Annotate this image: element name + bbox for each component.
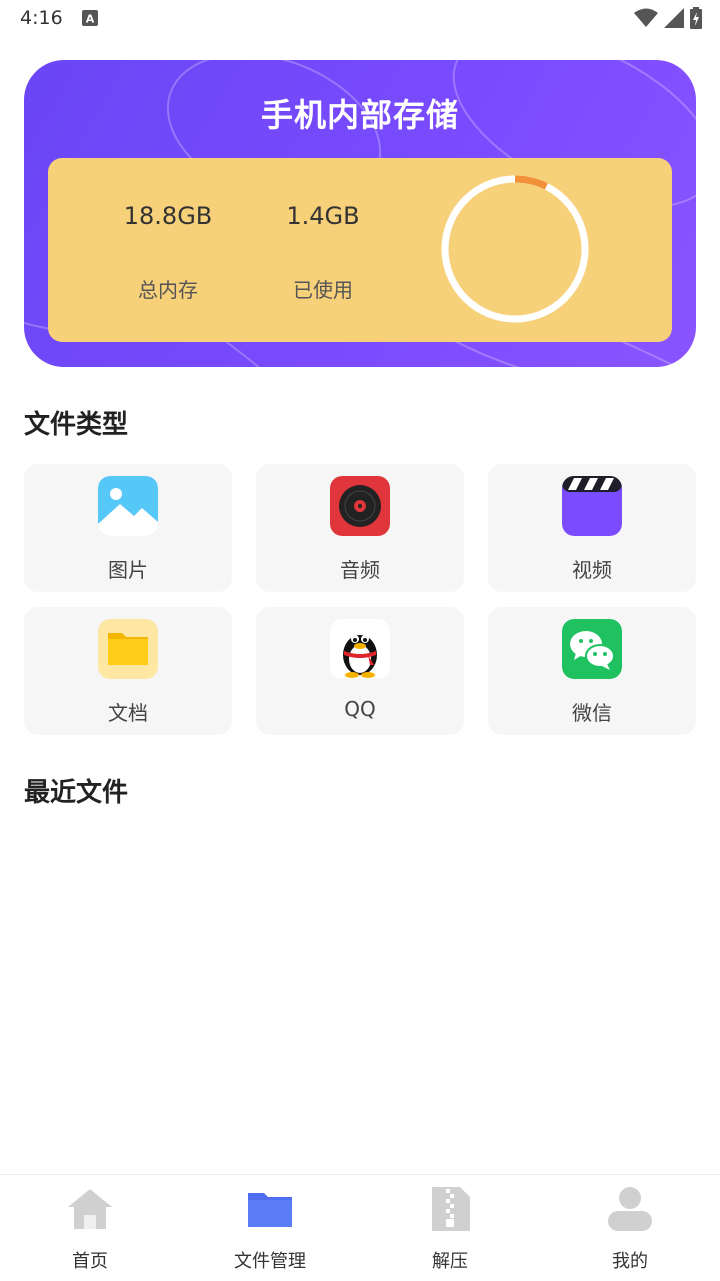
storage-card[interactable]: 手机内部存储 18.8GB 总内存 1.4GB 已使用 [24, 60, 696, 367]
nav-label: 首页 [72, 1251, 108, 1272]
qq-icon [330, 619, 390, 679]
file-type-images[interactable]: 图片 [24, 464, 232, 592]
battery-icon [690, 7, 702, 29]
nav-item-file-manager[interactable]: 文件管理 [180, 1175, 360, 1281]
nav-label: 文件管理 [234, 1251, 306, 1272]
file-type-wechat[interactable]: 微信 [488, 607, 696, 735]
tile-label: 图片 [108, 558, 148, 582]
home-icon [68, 1189, 112, 1229]
file-type-qq[interactable]: QQ [256, 607, 464, 735]
wechat-icon [562, 619, 622, 679]
used-storage-value: 1.4GB [286, 202, 360, 230]
storage-title: 手机内部存储 [260, 96, 459, 134]
nav-label: 我的 [612, 1251, 648, 1272]
used-storage: 1.4GB 已使用 [253, 202, 393, 303]
status-time: 4:16 [20, 7, 63, 29]
video-icon [562, 476, 622, 536]
accessibility-icon: A [82, 10, 98, 26]
total-storage-value: 18.8GB [123, 202, 213, 230]
total-storage: 18.8GB 总内存 [98, 202, 238, 303]
file-type-video[interactable]: 视频 [488, 464, 696, 592]
status-bar: 4:16 A [0, 0, 720, 36]
user-icon [608, 1187, 652, 1231]
bottom-nav: 首页 文件管理 解压 我的 [0, 1174, 720, 1281]
nav-label: 解压 [432, 1251, 468, 1272]
image-icon [98, 476, 158, 536]
storage-usage-ring [441, 175, 589, 323]
nav-item-home[interactable]: 首页 [0, 1175, 180, 1281]
wifi-icon [634, 8, 658, 27]
zip-icon [432, 1187, 470, 1231]
audio-icon [330, 476, 390, 536]
file-type-audio[interactable]: 音频 [256, 464, 464, 592]
signal-icon [664, 8, 684, 28]
tile-label: 视频 [572, 558, 612, 582]
total-storage-label: 总内存 [138, 278, 198, 302]
tile-label: QQ [344, 697, 376, 721]
nav-item-mine[interactable]: 我的 [540, 1175, 720, 1281]
tile-label: 文档 [108, 701, 148, 725]
file-type-documents[interactable]: 文档 [24, 607, 232, 735]
ring-track [441, 175, 589, 323]
file-types-title: 文件类型 [24, 410, 129, 440]
used-storage-label: 已使用 [293, 278, 353, 302]
storage-summary: 18.8GB 总内存 1.4GB 已使用 [48, 158, 672, 342]
nav-item-unzip[interactable]: 解压 [360, 1175, 540, 1281]
tile-label: 音频 [340, 558, 380, 582]
folder-icon [248, 1193, 292, 1227]
folder-icon [98, 619, 158, 679]
tile-label: 微信 [572, 701, 612, 725]
svg-text:A: A [86, 13, 95, 26]
recent-files-title: 最近文件 [24, 778, 129, 808]
